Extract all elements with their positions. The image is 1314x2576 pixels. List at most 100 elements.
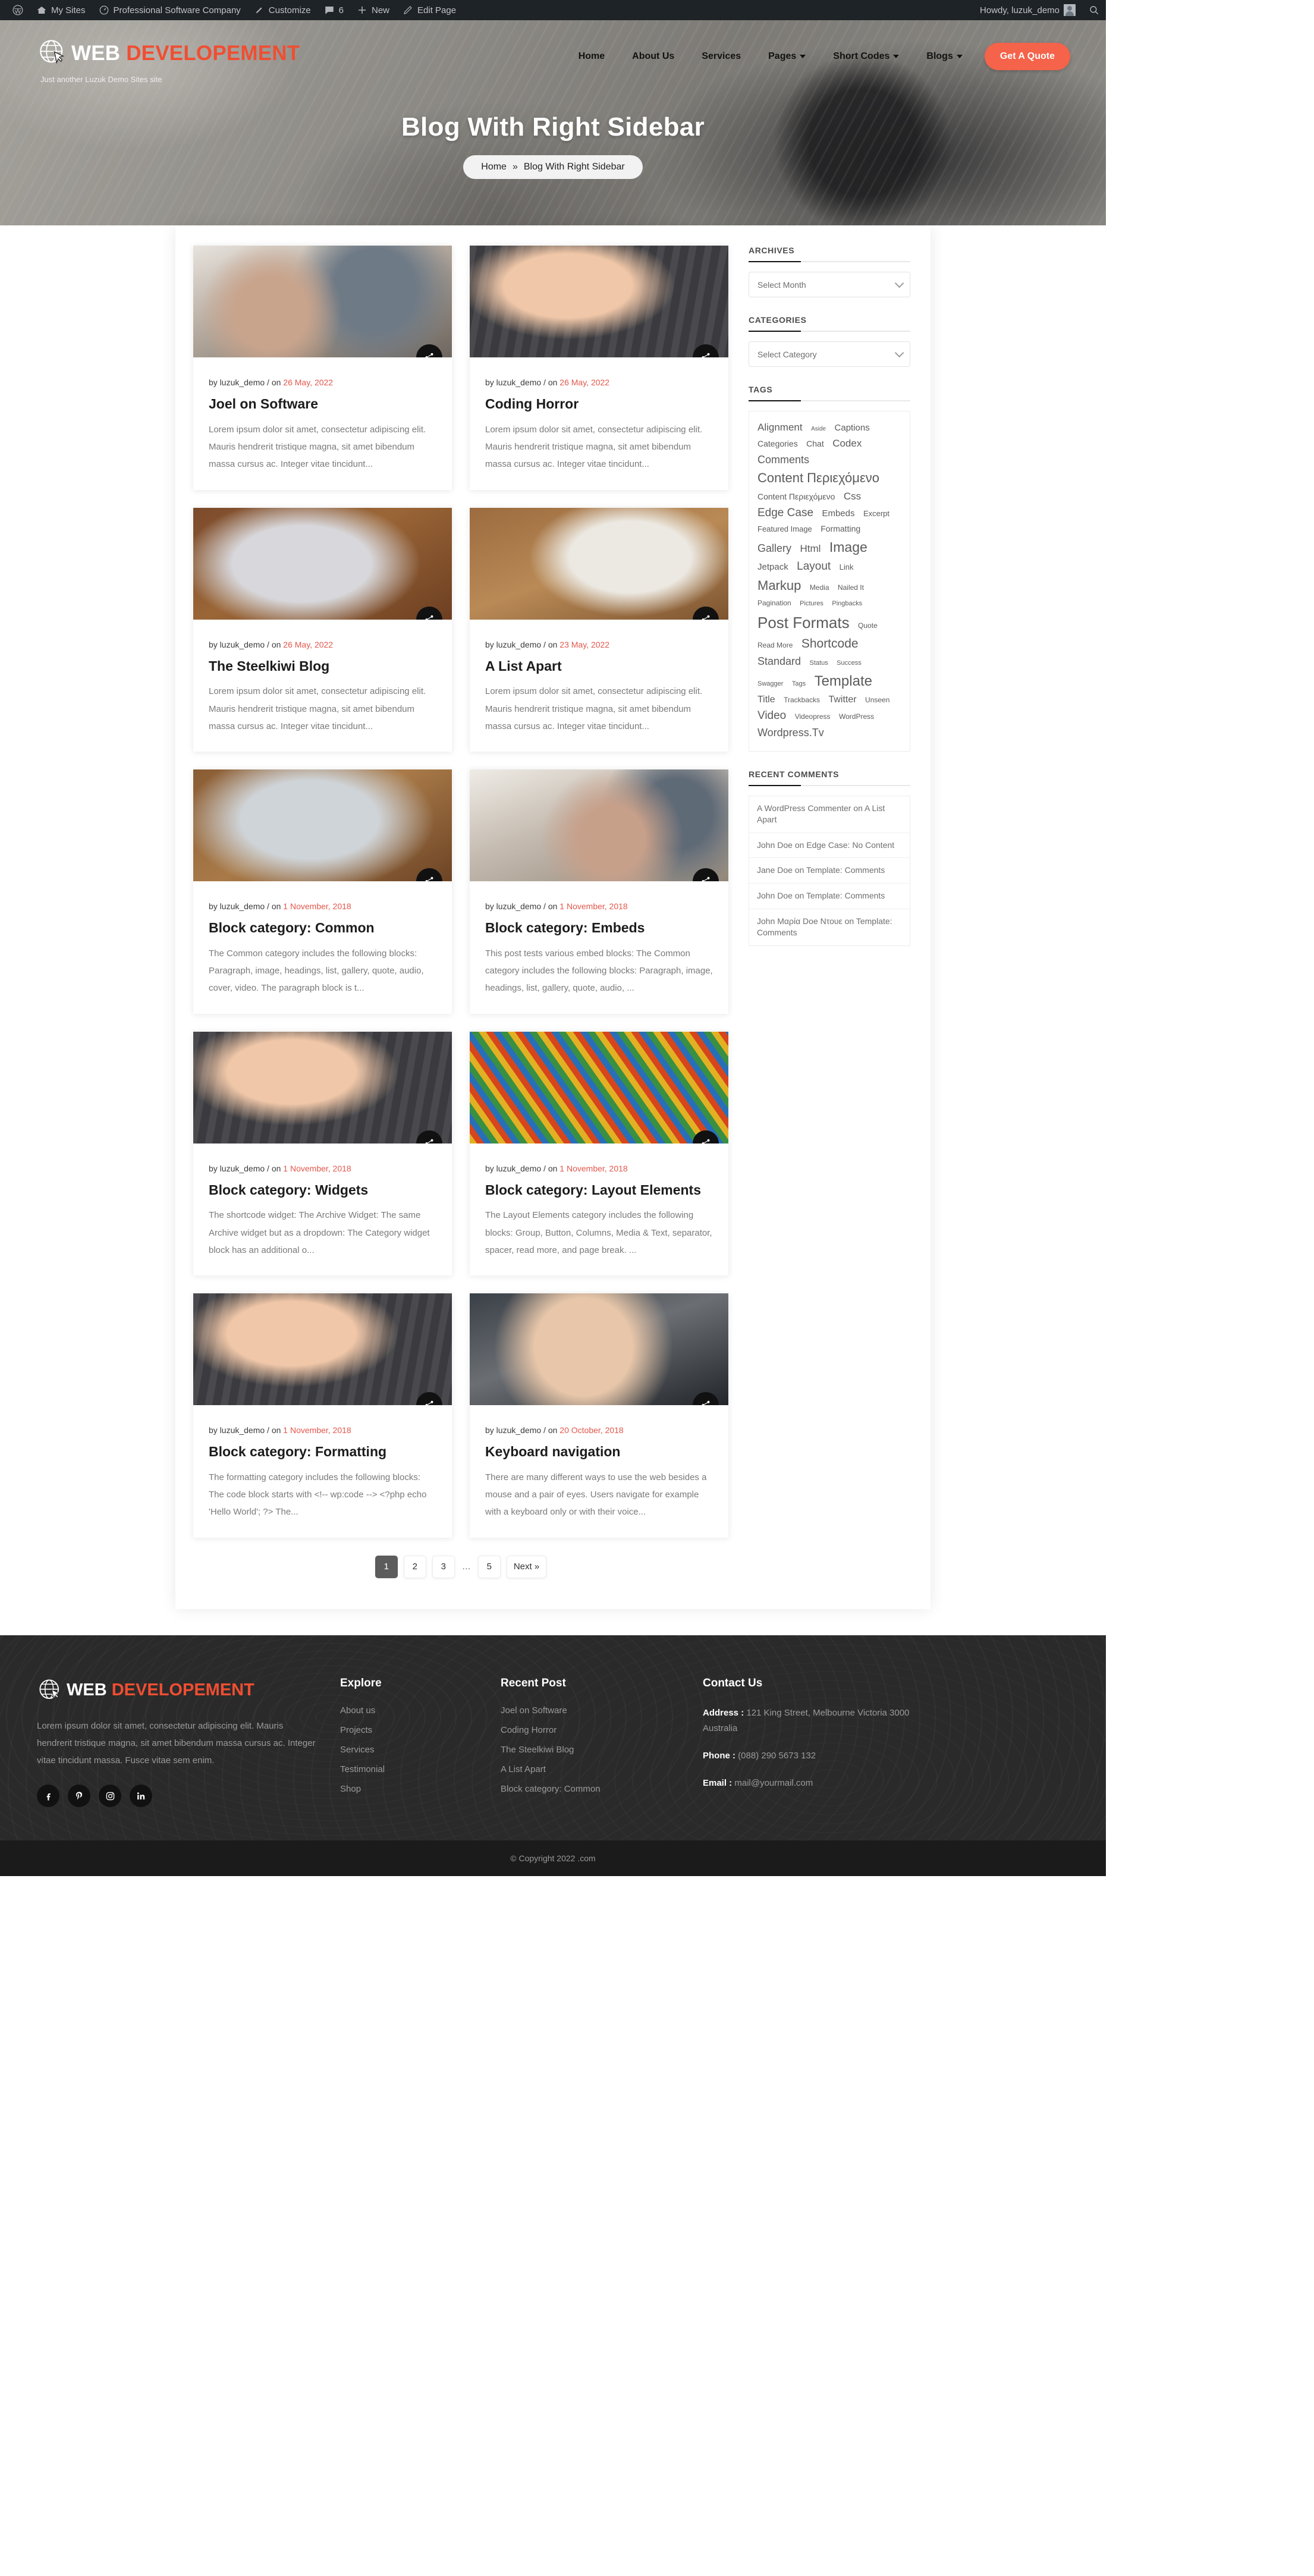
post-thumbnail[interactable] [193,1031,452,1144]
footer-link-projects[interactable]: Projects [340,1725,477,1735]
footer-link-services[interactable]: Services [340,1745,477,1755]
tag-link[interactable]: Post Formats [757,611,850,634]
footer-recent-link-3[interactable]: The Steelkiwi Blog [501,1745,679,1755]
footer-branding[interactable]: WEB DEVELOPEMENT [37,1677,316,1704]
tag-link[interactable]: Jetpack [757,560,788,574]
tag-link[interactable]: Featured Image [757,523,812,535]
post-card[interactable]: by luzuk_demo / on 26 May, 2022 Coding H… [470,246,728,490]
tag-link[interactable]: Success [837,658,862,668]
tag-link[interactable]: Captions [835,421,870,435]
post-thumbnail[interactable] [193,769,452,881]
tag-link[interactable]: Template [815,670,872,692]
footer-link-about-us[interactable]: About us [340,1705,477,1716]
tag-link[interactable]: Swagger [757,679,783,689]
tag-link[interactable]: Videopress [795,711,831,722]
share-button[interactable] [416,344,442,357]
adminbar-comments[interactable]: 6 [318,0,350,20]
wp-admin-bar[interactable]: My Sites Professional Software Company C… [0,0,1106,20]
tag-link[interactable]: Read More [757,640,793,651]
categories-select[interactable]: Select Category [749,341,910,367]
post-card[interactable]: by luzuk_demo / on 1 November, 2018 Bloc… [193,769,452,1014]
footer-recent-link-1[interactable]: Joel on Software [501,1705,679,1716]
tag-link[interactable]: Alignment [757,420,803,435]
post-thumbnail[interactable] [193,246,452,357]
post-title[interactable]: A List Apart [485,658,713,675]
post-title[interactable]: Block category: Embeds [485,919,713,937]
instagram-link[interactable] [99,1785,121,1808]
post-title[interactable]: The Steelkiwi Blog [209,658,436,675]
post-thumbnail[interactable] [470,246,728,357]
tag-link[interactable]: Gallery [757,541,791,557]
post-card[interactable]: by luzuk_demo / on 1 November, 2018 Bloc… [193,1031,452,1276]
tag-link[interactable]: Categories [757,438,798,451]
post-card[interactable]: by luzuk_demo / on 26 May, 2022 Joel on … [193,246,452,490]
tag-link[interactable]: Image [829,537,867,558]
post-title[interactable]: Coding Horror [485,395,713,413]
social-links[interactable] [37,1785,316,1808]
tag-cloud[interactable]: Alignment Aside Captions Categories Chat… [749,411,910,752]
tag-link[interactable]: Standard [757,654,801,670]
post-card[interactable]: by luzuk_demo / on 20 October, 2018 Keyb… [470,1293,728,1538]
post-thumbnail[interactable] [470,1293,728,1405]
nav-item-services[interactable]: Services [688,45,755,68]
tag-link[interactable]: Video [757,707,786,724]
tag-link[interactable]: Pictures [800,599,823,609]
adminbar-my-sites[interactable]: My Sites [30,0,92,20]
tag-link[interactable]: WordPress [839,711,874,722]
adminbar-site-name[interactable]: Professional Software Company [92,0,247,20]
recent-comment-item[interactable]: John Μαρία Doe Ντουε on Template: Commen… [749,909,910,945]
tag-link[interactable]: Twitter [828,693,856,708]
pagination-page-1[interactable]: 1 [375,1555,398,1578]
tag-link[interactable]: Pagination [757,598,791,609]
nav-item-about-us[interactable]: About Us [618,45,688,68]
post-card[interactable]: by luzuk_demo / on 1 November, 2018 Bloc… [193,1293,452,1538]
tag-link[interactable]: Trackbacks [784,695,820,706]
post-title[interactable]: Block category: Widgets [209,1182,436,1199]
tag-link[interactable]: Excerpt [863,508,889,520]
share-button[interactable] [693,1130,719,1144]
adminbar-edit-page[interactable]: Edit Page [396,0,463,20]
post-thumbnail[interactable] [470,507,728,620]
footer-link-shop[interactable]: Shop [340,1784,477,1794]
nav-item-blogs[interactable]: Blogs [913,45,976,68]
recent-comment-item[interactable]: Jane Doe on Template: Comments [749,858,910,884]
breadcrumb[interactable]: Home » Blog With Right Sidebar [463,155,643,179]
share-button[interactable] [693,344,719,357]
tag-link[interactable]: Css [844,489,861,504]
tag-link[interactable]: Shortcode [801,634,859,654]
tag-link[interactable]: Content Περιεχόμενο [757,491,835,504]
post-title[interactable]: Block category: Common [209,919,436,937]
post-card[interactable]: by luzuk_demo / on 23 May, 2022 A List A… [470,507,728,752]
pagination-next-button[interactable]: Next » [506,1555,547,1578]
post-card[interactable]: by luzuk_demo / on 26 May, 2022 The Stee… [193,507,452,752]
archives-select[interactable]: Select Month [749,272,910,297]
tag-link[interactable]: Chat [806,438,824,451]
adminbar-customize[interactable]: Customize [247,0,318,20]
site-branding[interactable]: WEB DEVELOPEMENT Just another Luzuk Demo… [37,37,300,84]
tag-link[interactable]: Markup [757,576,801,596]
post-thumbnail[interactable] [470,1031,728,1144]
tag-link[interactable]: Content Περιεχόμενο [757,468,879,488]
pagination-page-2[interactable]: 2 [403,1555,426,1578]
tag-link[interactable]: Html [800,541,821,557]
post-title[interactable]: Joel on Software [209,395,436,413]
tag-link[interactable]: Formatting [821,523,860,536]
nav-item-short-codes[interactable]: Short Codes [819,45,913,68]
recent-comment-item[interactable]: A WordPress Commenter on A List Apart [749,796,910,833]
tag-link[interactable]: Nailed It [838,582,864,593]
tag-link[interactable]: Title [757,693,775,708]
tag-link[interactable]: Embeds [822,507,854,520]
get-a-quote-button[interactable]: Get A Quote [984,43,1070,70]
nav-item-pages[interactable]: Pages [755,45,819,68]
breadcrumb-home[interactable]: Home [481,162,507,172]
facebook-link[interactable] [37,1785,59,1808]
tag-link[interactable]: Unseen [865,695,889,706]
adminbar-new[interactable]: New [350,0,396,20]
adminbar-account[interactable]: Howdy, luzuk_demo [973,0,1082,20]
footer-phone-value[interactable]: (088) 290 5673 132 [735,1751,816,1761]
post-card[interactable]: by luzuk_demo / on 1 November, 2018 Bloc… [470,769,728,1014]
post-title[interactable]: Block category: Formatting [209,1443,436,1460]
tag-link[interactable]: Link [840,561,854,573]
pinterest-link[interactable] [68,1785,90,1808]
recent-comment-item[interactable]: John Doe on Template: Comments [749,884,910,909]
